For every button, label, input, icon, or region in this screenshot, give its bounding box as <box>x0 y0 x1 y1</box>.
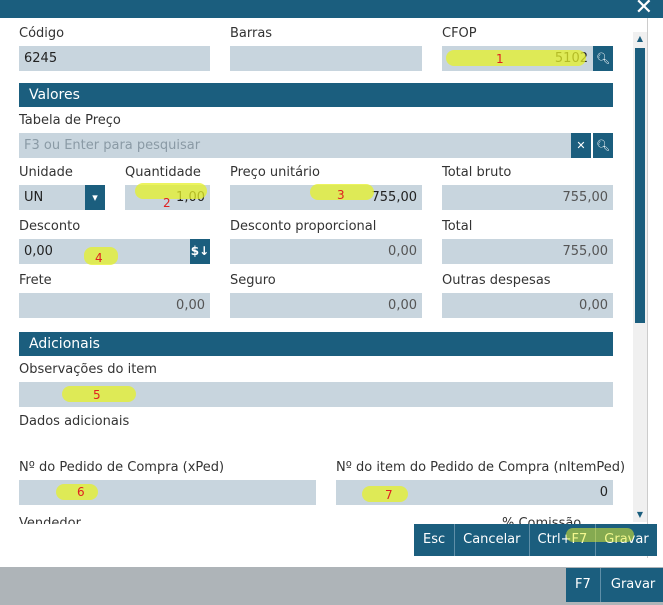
barras-input[interactable] <box>230 46 422 71</box>
scroll-up-icon[interactable]: ▲ <box>633 33 647 45</box>
total-bruto-value: 755,00 <box>442 185 613 210</box>
section-adicionais: Adicionais <box>19 332 613 356</box>
xped-label: Nº do Pedido de Compra (xPed) <box>19 460 225 475</box>
total-value: 755,00 <box>442 239 613 264</box>
seguro-label: Seguro <box>230 273 276 288</box>
total-bruto-label: Total bruto <box>442 165 512 180</box>
codigo-input[interactable]: 6245 <box>19 46 210 71</box>
nitem-label: Nº do item do Pedido de Compra (nItemPed… <box>336 460 626 475</box>
footer-label: Gravar <box>610 577 656 592</box>
highlight-gravar <box>566 528 634 542</box>
cfop-label: CFOP <box>442 26 477 41</box>
preco-label: Preço unitário <box>230 165 320 180</box>
obs-label: Observações do item <box>19 362 157 377</box>
frete-label: Frete <box>19 273 52 288</box>
desconto-label: Desconto <box>19 219 81 234</box>
outras-label: Outras despesas <box>442 273 551 288</box>
scrollbar-thumb[interactable] <box>635 48 645 323</box>
highlight-2 <box>135 183 207 199</box>
unidade-label: Unidade <box>19 165 73 180</box>
esc-button[interactable]: Esc <box>414 524 456 556</box>
quantidade-label: Quantidade <box>125 165 201 180</box>
seguro-input[interactable]: 0,00 <box>230 293 422 318</box>
scroll-down-icon[interactable]: ▼ <box>633 509 647 521</box>
footer-key: F7 <box>566 568 601 602</box>
search-icon[interactable]: 🔍︎ <box>593 133 613 158</box>
annotation-6: 6 <box>77 485 85 499</box>
codigo-label: Código <box>19 26 65 41</box>
chevron-down-icon[interactable]: ▾ <box>85 185 105 210</box>
cancelar-button[interactable]: Cancelar <box>455 524 530 556</box>
annotation-4: 4 <box>95 251 103 265</box>
footer-bar <box>0 567 663 605</box>
annotation-2: 2 <box>163 196 171 210</box>
tabela-label: Tabela de Preço <box>19 113 121 128</box>
annotation-3: 3 <box>337 188 345 202</box>
window-titlebar <box>0 0 663 18</box>
tabela-input[interactable]: F3 ou Enter para pesquisar <box>19 133 571 158</box>
clear-icon[interactable]: ✕ <box>571 133 591 158</box>
comissao-label-cut: % Comissão <box>502 516 582 524</box>
dados-label: Dados adicionais <box>19 414 130 429</box>
annotation-1: 1 <box>496 52 504 66</box>
annotation-7: 7 <box>385 488 393 502</box>
footer-gravar-button[interactable]: F7 Gravar <box>566 568 663 602</box>
frete-input[interactable]: 0,00 <box>19 293 210 318</box>
vendedor-label-cut: Vendedor <box>19 516 81 524</box>
desconto-prop-label: Desconto proporcional <box>230 219 377 234</box>
unidade-select[interactable]: UN <box>19 185 85 210</box>
annotation-5: 5 <box>93 388 101 402</box>
outras-input[interactable]: 0,00 <box>442 293 613 318</box>
discount-icon[interactable]: $↓ <box>190 239 210 264</box>
total-label: Total <box>442 219 473 234</box>
highlight-1 <box>446 50 586 66</box>
search-icon[interactable]: 🔍︎ <box>593 46 613 71</box>
barras-label: Barras <box>230 26 273 41</box>
section-valores: Valores <box>19 83 613 107</box>
desconto-prop-value: 0,00 <box>230 239 422 264</box>
